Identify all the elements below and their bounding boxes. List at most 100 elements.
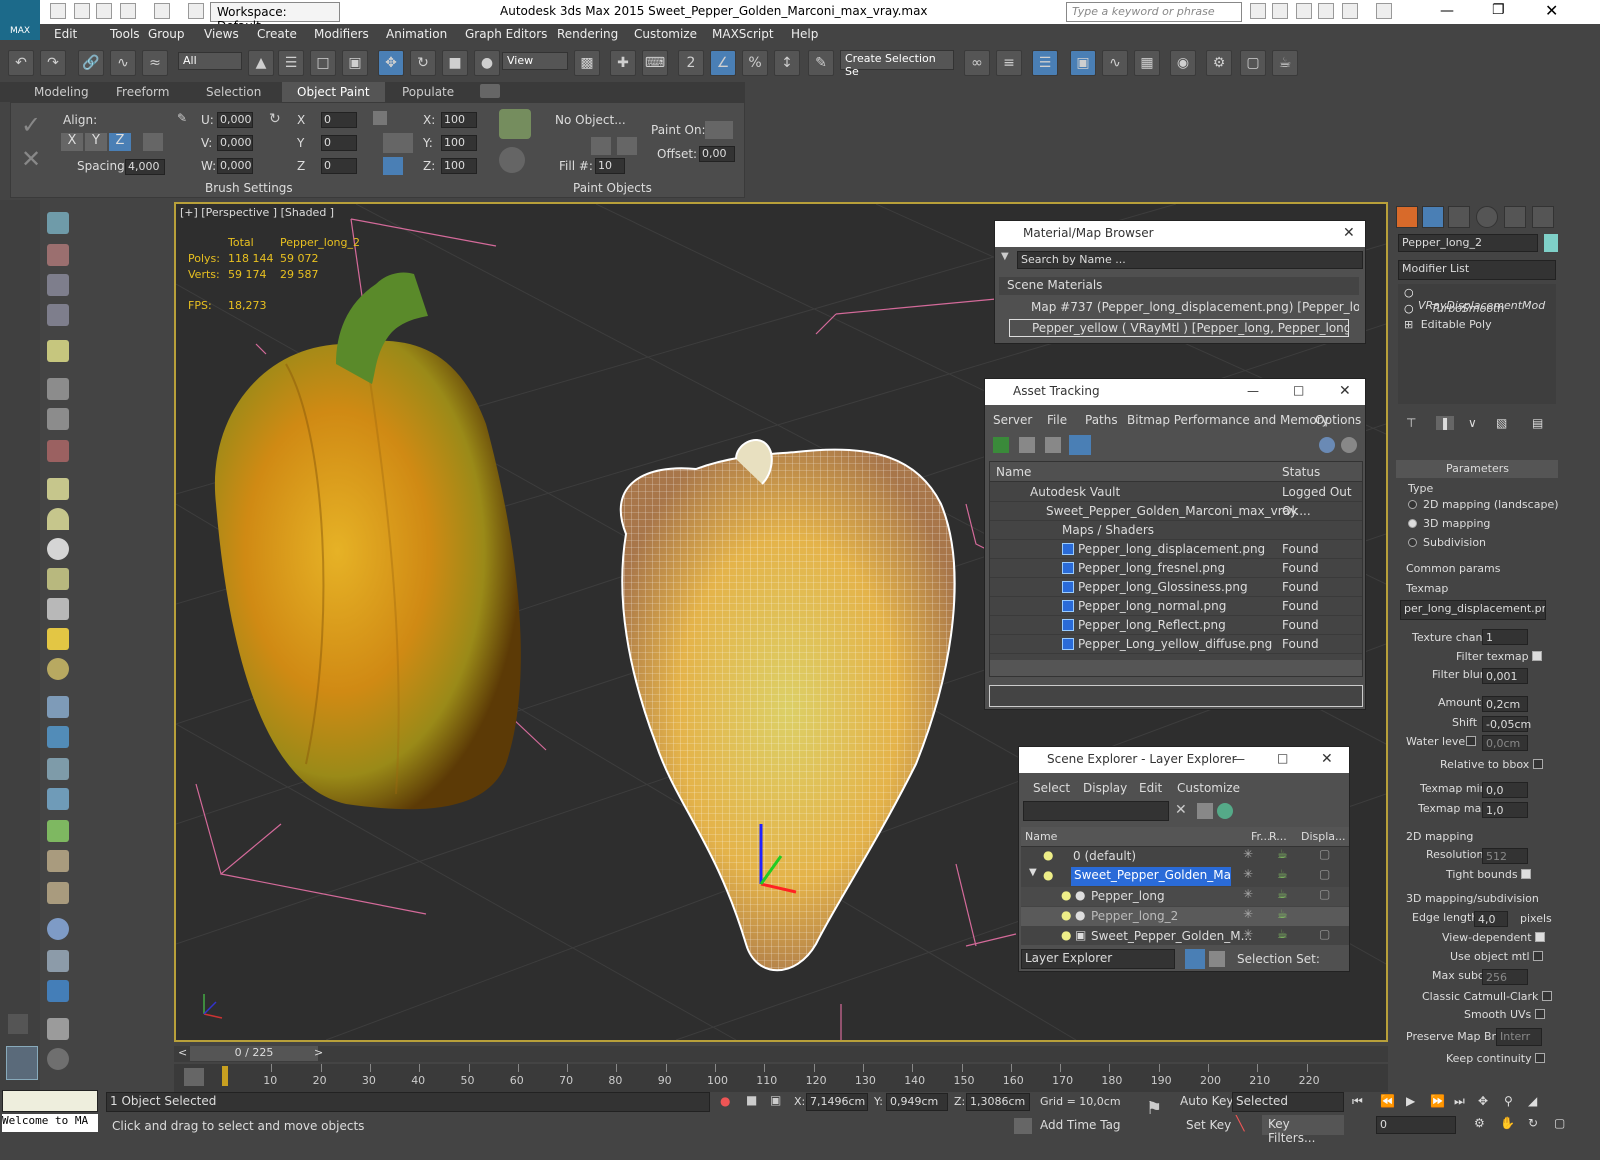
maxscript-listener[interactable]	[2, 1090, 98, 1112]
help-icon[interactable]	[1376, 3, 1392, 19]
bulb-icon[interactable]: ●	[1061, 908, 1071, 922]
fur-icon[interactable]	[47, 882, 69, 904]
subscription-icon[interactable]	[1272, 3, 1288, 19]
explorer-mode-dropdown[interactable]: Layer Explorer	[1021, 949, 1175, 969]
select-manipulate-icon[interactable]: ✚	[610, 50, 636, 76]
material-item[interactable]: Map #737 (Pepper_long_displacement.png) …	[1009, 299, 1359, 317]
shift-input[interactable]: -0,05cm	[1482, 716, 1531, 732]
select-and-scale-icon[interactable]: ■	[442, 50, 468, 76]
place-icon[interactable]: ●	[474, 50, 500, 76]
tab-populate[interactable]: Populate	[402, 85, 454, 99]
snaps-toggle-icon[interactable]: 2	[678, 50, 704, 76]
list-item[interactable]: ● ▣ Sweet_Pepper_Golden_M... ✳ ☕ ▢	[1021, 927, 1349, 946]
texmap-max-input[interactable]: 1,0	[1482, 802, 1528, 818]
settings-help-icon[interactable]	[1341, 437, 1357, 453]
x-coordinate-input[interactable]: 7,1496cm	[806, 1093, 868, 1111]
percent-snap-icon[interactable]: %	[742, 50, 768, 76]
list-view-icon[interactable]	[1019, 437, 1035, 453]
tab-object-paint[interactable]: Object Paint	[282, 82, 385, 102]
relative-bbox-checkbox[interactable]: Relative to bbox	[1440, 758, 1543, 771]
set-key-icon[interactable]: ╲	[1236, 1116, 1244, 1132]
close-icon[interactable]: ✕	[1339, 383, 1351, 399]
unlink-icon[interactable]: ∿	[110, 50, 136, 76]
record-camera-icon[interactable]	[47, 440, 69, 462]
bulb-icon[interactable]: ●	[1061, 928, 1071, 942]
find-icon[interactable]	[1217, 803, 1233, 819]
close-icon[interactable]: ✕	[1321, 751, 1333, 767]
lightbulb-icon[interactable]: ○	[1404, 286, 1414, 299]
viewport-label[interactable]: [+] [Perspective ] [Shaded ]	[180, 206, 334, 219]
display-tab-icon[interactable]	[1504, 206, 1526, 228]
menu-views[interactable]: Views	[204, 27, 239, 41]
panel-icon[interactable]	[47, 274, 69, 296]
curve-editor-mini-icon[interactable]	[184, 1068, 204, 1086]
column-name[interactable]: Name	[996, 465, 1031, 479]
menu-animation[interactable]: Animation	[386, 27, 447, 41]
axis-y-button[interactable]: Y	[85, 133, 107, 151]
go-to-end-icon[interactable]: ⏭	[1454, 1094, 1465, 1109]
previous-key-icon[interactable]: ⏪	[1380, 1094, 1395, 1108]
texmap-min-input[interactable]: 0,0	[1482, 782, 1528, 798]
menu-maxscript[interactable]: MAXScript	[712, 27, 774, 41]
thumbnail-view-icon[interactable]	[1045, 437, 1061, 453]
paint-objects-dropdown[interactable]: Paint Objects	[573, 181, 652, 195]
modifier-item[interactable]: ⊞ Editable Poly	[1404, 318, 1554, 336]
previous-frame-icon[interactable]: <	[178, 1046, 187, 1059]
no-object-dropdown[interactable]: No Object...	[555, 113, 626, 127]
resolution-input[interactable]: 512	[1482, 848, 1528, 864]
align-icon[interactable]: ≡	[996, 50, 1022, 76]
menu-modifiers[interactable]: Modifiers	[314, 27, 369, 41]
table-view-icon[interactable]	[1069, 435, 1091, 455]
column-render[interactable]: R...	[1269, 830, 1287, 843]
tab-freeform[interactable]: Freeform	[116, 85, 169, 99]
help-search-input[interactable]: Type a keyword or phrase	[1066, 2, 1242, 22]
ribbon-toggle-icon[interactable]: ▣	[1070, 50, 1096, 76]
column-freeze[interactable]: Fr...	[1251, 830, 1271, 843]
undo-icon[interactable]	[120, 3, 136, 19]
play-icon[interactable]: ▶	[1406, 1094, 1415, 1108]
redo-icon[interactable]: ↷	[40, 50, 66, 76]
mini-viewport-icon[interactable]	[6, 1046, 38, 1080]
maximize-icon[interactable]: □	[1293, 383, 1304, 397]
teapot-icon[interactable]: ☕	[1277, 907, 1288, 921]
edit-icon[interactable]	[47, 950, 69, 972]
tab-modeling[interactable]: Modeling	[34, 85, 89, 99]
minimize-icon[interactable]: —	[1247, 384, 1259, 398]
edge-length-input[interactable]: 4,0	[1474, 911, 1508, 927]
render-icon[interactable]	[47, 244, 69, 266]
column-status[interactable]: Status	[1282, 465, 1320, 479]
menu-display[interactable]: Display	[1083, 781, 1127, 795]
new-file-icon[interactable]	[50, 3, 66, 19]
redo-icon[interactable]	[154, 3, 170, 19]
maximize-viewport-icon[interactable]: ▢	[1554, 1116, 1565, 1130]
display-box-icon[interactable]: ▢	[1319, 887, 1330, 901]
maxscript-output[interactable]: Welcome to MA	[2, 1114, 98, 1132]
tab-selection[interactable]: Selection	[206, 85, 261, 99]
next-frame-icon[interactable]: >	[314, 1046, 323, 1059]
list-item[interactable]: ▼ ● Sweet_Pepper_Golden_Marconi ✳ ☕ ▢	[1021, 867, 1349, 886]
configure-modifier-icon[interactable]: ▤	[1532, 416, 1543, 430]
grid-icon[interactable]	[47, 304, 69, 326]
auto-key-button[interactable]: Auto Key	[1180, 1094, 1233, 1108]
object-name-input[interactable]: Pepper_long_2	[1398, 234, 1538, 252]
time-slider[interactable]: < 0 / 225 >	[174, 1046, 1388, 1062]
column-name[interactable]: Name	[1025, 830, 1057, 843]
sphere-icon[interactable]	[47, 538, 69, 560]
edit-named-selection-icon[interactable]: ✎	[808, 50, 834, 76]
sun-icon[interactable]	[47, 628, 69, 650]
fill-count-input[interactable]: 10	[595, 158, 625, 174]
zoom-icon[interactable]: ⚲	[1504, 1094, 1513, 1108]
particles-icon[interactable]	[47, 696, 69, 718]
maximize-icon[interactable]: □	[1277, 751, 1288, 765]
teapot-icon[interactable]: ☕	[1277, 847, 1288, 861]
orbit-icon[interactable]: ↻	[1528, 1116, 1538, 1130]
close-icon[interactable]: ✕	[1343, 225, 1355, 241]
table-row[interactable]: Pepper_long_Reflect.png Found	[990, 616, 1362, 635]
axis-x-button[interactable]: X	[61, 133, 83, 151]
bulb-icon[interactable]: ●	[1043, 868, 1053, 882]
close-window-icon[interactable]: ✕	[1545, 1, 1558, 20]
rotation-z-input[interactable]: 0	[321, 158, 357, 174]
track-bar[interactable]: 10 20 30 40 50 60 70 80 90 100 110 120 130 140 150 160 1…	[174, 1064, 1388, 1092]
teapot-icon[interactable]: ☕	[1277, 867, 1288, 881]
menu-edit[interactable]: Edit	[1139, 781, 1162, 795]
